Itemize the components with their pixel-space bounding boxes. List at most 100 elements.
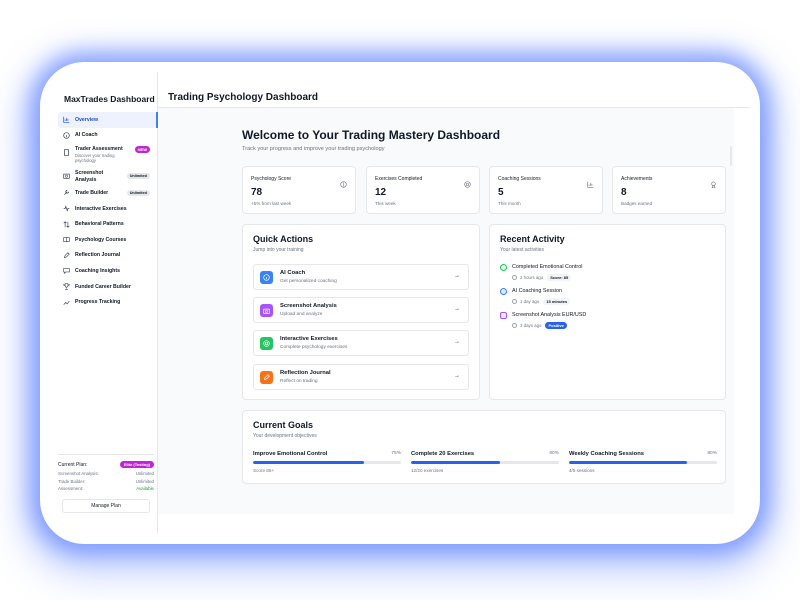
stat-value: 12 xyxy=(375,187,387,198)
sidebar-item-label: Funded Career Builder xyxy=(75,283,131,290)
welcome-header: Welcome to Your Trading Mastery Dashboar… xyxy=(242,128,500,152)
goal-percent: 75% xyxy=(391,451,401,456)
sidebar-item-behavioral-patterns[interactable]: Behavioral Patterns xyxy=(58,216,156,232)
sidebar-item-label: AI Coach xyxy=(75,132,98,139)
sidebar-item-progress-tracking[interactable]: Progress Tracking xyxy=(58,294,156,310)
stat-card-psychology-score: Psychology Score 78 +5% from last week xyxy=(242,166,356,214)
goal-progress-bar xyxy=(569,461,717,464)
clock-icon xyxy=(512,299,517,304)
sidebar-item-label: Coaching Insights xyxy=(75,267,120,274)
quick-action-reflection-journal[interactable]: Reflection Journal Reflect on trading → xyxy=(253,364,469,390)
welcome-subtitle: Track your progress and improve your tra… xyxy=(242,146,385,152)
sidebar-item-sub: Discover your trading psychology xyxy=(75,153,115,164)
brain-icon xyxy=(340,175,347,188)
sidebar-item-trader-assessment[interactable]: Trader Assessment Discover your trading … xyxy=(58,143,156,167)
chat-icon xyxy=(63,267,70,275)
quick-action-ai-coach[interactable]: AI Coach Get personalized coaching → xyxy=(253,264,469,290)
pulse-icon xyxy=(63,205,70,212)
activity-meta: 2 hours ago Score: 85 xyxy=(512,274,572,281)
quick-action-title: AI Coach xyxy=(280,270,306,276)
activity-title: AI Coaching Session xyxy=(512,288,563,294)
info-icon xyxy=(500,288,507,295)
award-icon xyxy=(710,175,717,189)
goal-sub: 12/20 exercises xyxy=(411,468,444,473)
quick-action-title: Reflection Journal xyxy=(280,370,331,376)
trophy-icon xyxy=(63,283,70,290)
sidebar-item-ai-coach[interactable]: AI Coach xyxy=(58,128,156,144)
scrollbar[interactable] xyxy=(728,108,734,188)
camera-icon xyxy=(500,312,507,319)
plan-row: Assessment: Available xyxy=(58,485,154,493)
activity-meta: 1 day ago 15 minutes xyxy=(512,298,571,305)
goal-sub: Score 85+ xyxy=(253,468,275,473)
activity-tag: 15 minutes xyxy=(543,298,571,305)
sidebar-item-screenshot-analysis[interactable]: Screenshot Analysis Unlimited xyxy=(58,167,156,185)
unlimited-badge: Unlimited xyxy=(126,173,150,180)
plan-badge: Elite (Testing) xyxy=(119,461,154,468)
plan-label: Current Plan: xyxy=(58,461,88,468)
arrow-right-icon: → xyxy=(454,339,460,345)
sidebar-item-overview[interactable]: Overview xyxy=(58,112,158,128)
document-icon xyxy=(63,149,70,156)
quick-action-sub: Get personalized coaching xyxy=(280,279,337,284)
current-plan: Current Plan: Elite (Testing) Screenshot… xyxy=(58,454,154,513)
sidebar-item-reflection-journal[interactable]: Reflection Journal xyxy=(58,248,156,264)
manage-plan-button[interactable]: Manage Plan xyxy=(62,498,150,513)
arrow-right-icon: → xyxy=(454,373,460,379)
stat-card-exercises-completed: Exercises Completed 12 This week xyxy=(366,166,480,214)
new-badge: NEW xyxy=(134,146,150,154)
activity-tag: Positive xyxy=(545,322,567,329)
stat-label: Psychology Score xyxy=(251,176,292,182)
arrows-icon xyxy=(63,220,70,228)
stat-card-achievements: Achievements 8 Badges earned xyxy=(612,166,726,214)
goal-title: Complete 20 Exercises xyxy=(411,451,475,457)
quick-action-title: Interactive Exercises xyxy=(280,336,338,342)
activity-title: Screenshot Analysis EUR/USD xyxy=(512,312,587,318)
sidebar-item-label: Progress Tracking xyxy=(75,299,121,306)
sidebar-item-label: Screenshot Analysis xyxy=(75,170,104,183)
sidebar-item-interactive-exercises[interactable]: Interactive Exercises xyxy=(58,201,156,217)
camera-icon xyxy=(63,172,70,179)
sidebar-item-label: Behavioral Patterns xyxy=(75,221,124,228)
stat-sub: This month xyxy=(498,201,521,206)
quick-actions-card: Quick Actions Jump into your training AI… xyxy=(242,224,480,400)
stat-sub: Badges earned xyxy=(621,201,653,206)
stat-value: 5 xyxy=(498,187,504,198)
trend-icon xyxy=(63,299,70,306)
wrench-icon xyxy=(63,189,70,196)
sidebar-item-psychology-courses[interactable]: Psychology Courses xyxy=(58,232,156,248)
arrow-right-icon: → xyxy=(454,273,460,279)
activity-time: 2 hours ago xyxy=(520,275,544,280)
goal-title: Weekly Coaching Sessions xyxy=(569,451,644,457)
quick-action-interactive-exercises[interactable]: Interactive Exercises Complete psycholog… xyxy=(253,330,469,356)
main-content: Welcome to Your Trading Mastery Dashboar… xyxy=(158,108,734,514)
quick-action-screenshot-analysis[interactable]: Screenshot Analysis Upload and analyze → xyxy=(253,297,469,323)
stat-sub: +5% from last week xyxy=(251,201,292,206)
info-icon xyxy=(260,271,273,284)
plan-row-key: Trade Builder: xyxy=(58,478,86,484)
plan-row: Trade Builder: Unlimited xyxy=(58,478,154,486)
activity-title: Completed Emotional Control xyxy=(512,264,583,270)
goal-sub: 4/5 sessions xyxy=(569,468,595,473)
quick-action-sub: Reflect on trading xyxy=(280,379,318,384)
goal-progress-fill xyxy=(253,461,364,464)
sidebar-item-funded-career-builder[interactable]: Funded Career Builder xyxy=(58,279,156,295)
stat-label: Achievements xyxy=(621,176,653,182)
activity-time: 3 days ago xyxy=(520,323,542,328)
quick-actions-subtitle: Jump into your training xyxy=(253,247,304,253)
quick-actions-title: Quick Actions xyxy=(253,234,314,244)
goal-progress-fill xyxy=(569,461,688,464)
goal-progress-fill xyxy=(411,461,500,464)
stat-label: Coaching Sessions xyxy=(498,176,541,182)
stat-label: Exercises Completed xyxy=(375,176,423,182)
sidebar-nav: Overview AI Coach Trader Assessment Disc… xyxy=(58,112,158,310)
unlimited-badge: Unlimited xyxy=(126,189,150,196)
bar-chart-icon xyxy=(587,175,594,188)
quick-action-title: Screenshot Analysis xyxy=(280,303,337,309)
sidebar-item-label: Psychology Courses xyxy=(75,236,127,243)
recent-activity-subtitle: Your latest activities xyxy=(500,247,545,253)
current-goals-card: Current Goals Your development objective… xyxy=(242,410,726,484)
sidebar-item-trade-builder[interactable]: Trade Builder Unlimited xyxy=(58,185,156,201)
book-icon xyxy=(63,236,70,243)
sidebar-item-coaching-insights[interactable]: Coaching Insights xyxy=(58,263,156,279)
